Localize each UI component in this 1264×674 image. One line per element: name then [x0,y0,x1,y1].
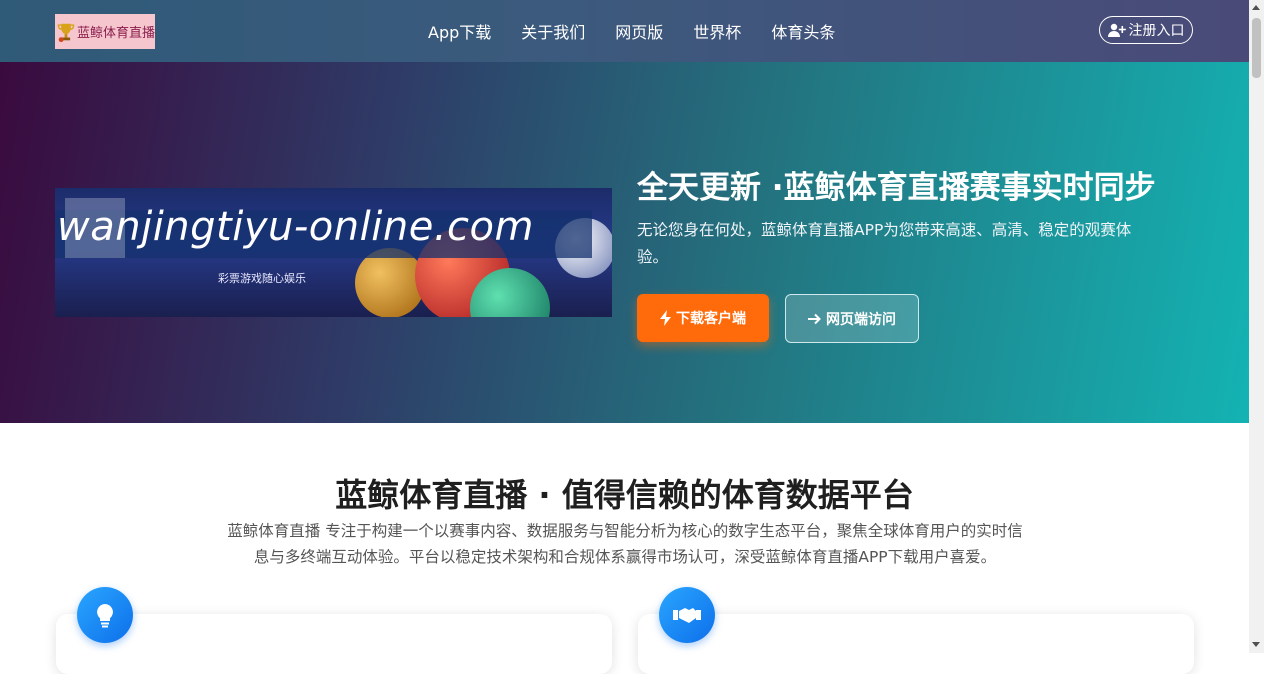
handshake-icon [659,587,715,643]
nav-web-version[interactable]: 网页版 [600,19,678,43]
web-access-button[interactable]: 网页端访问 [785,294,919,343]
banner-url-text: wanjingtiyu-online.com [57,204,534,250]
scroll-thumb[interactable] [1252,18,1261,78]
nav-about-us[interactable]: 关于我们 [506,19,600,43]
hero-section: wanjingtiyu-online.com 彩票游戏随心娱乐 全天更新 ·蓝鲸… [0,62,1249,423]
hero-title: 全天更新 ·蓝鲸体育直播赛事实时同步 [637,170,1156,206]
user-plus-icon [1107,23,1126,37]
site-logo[interactable]: 蓝鲸体育直播 [55,14,155,49]
nav-sports-headlines[interactable]: 体育头条 [756,19,850,43]
scroll-down-arrow[interactable] [1252,642,1260,647]
scroll-up-arrow[interactable] [1252,5,1260,10]
register-button[interactable]: 注册入口 [1099,16,1193,44]
banner-sub-text: 彩票游戏随心娱乐 [218,272,306,285]
lightning-icon [660,310,671,326]
lightbulb-icon [77,587,133,643]
nav-world-cup[interactable]: 世界杯 [678,19,756,43]
hero-description: 无论您身在何处，蓝鲸体育直播APP为您带来高速、高清、稳定的观赛体验。 [637,221,1132,266]
download-client-button[interactable]: 下载客户端 [637,294,769,342]
nav-app-download[interactable]: App下载 [413,19,506,43]
download-client-label: 下载客户端 [676,311,746,327]
page-scrollbar[interactable] [1249,0,1264,653]
site-header: 蓝鲸体育直播 App下载 关于我们 网页版 世界杯 体育头条 注册入口 [0,0,1249,62]
main-nav: App下载 关于我们 网页版 世界杯 体育头条 [413,0,850,62]
about-description: 蓝鲸体育直播 专注于构建一个以赛事内容、数据服务与智能分析为核心的数字生态平台，… [227,522,1023,566]
feature-card [638,614,1194,674]
trophy-icon [57,23,75,42]
arrow-right-icon [808,313,821,324]
ball-decoration [355,248,425,317]
about-title: 蓝鲸体育直播 · 值得信赖的体育数据平台 [335,476,914,514]
promo-banner[interactable]: wanjingtiyu-online.com 彩票游戏随心娱乐 [55,188,612,317]
feature-card [56,614,612,674]
logo-text: 蓝鲸体育直播 [76,26,155,41]
register-label: 注册入口 [1128,23,1185,39]
web-access-label: 网页端访问 [826,311,896,328]
